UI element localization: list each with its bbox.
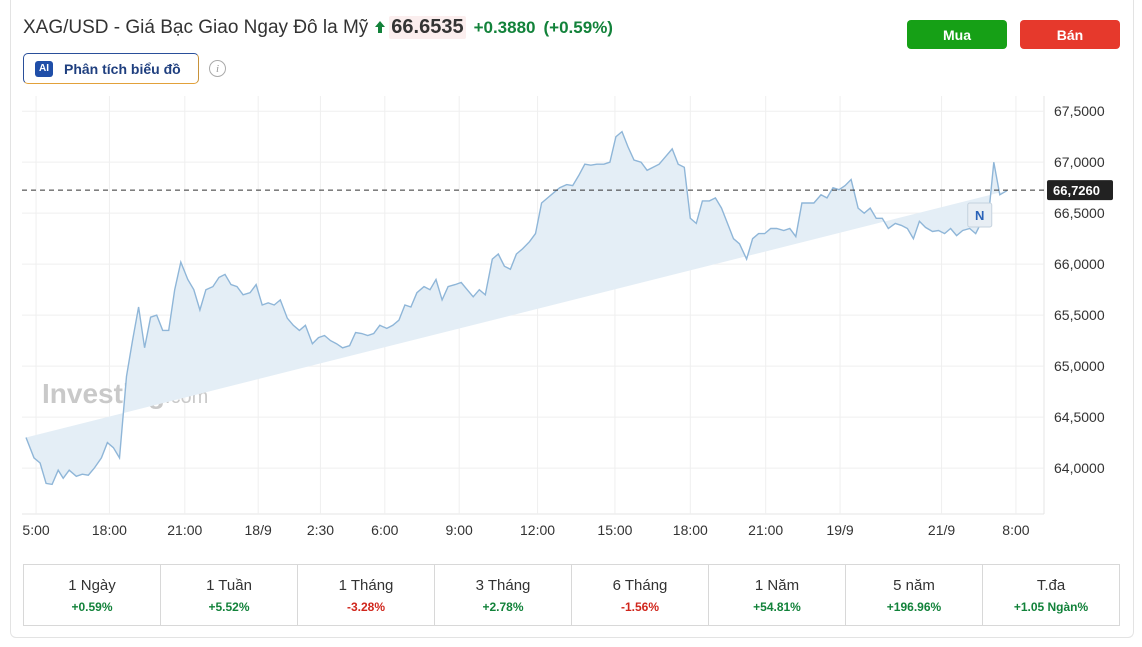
x-tick-label: 9:00 [446,522,473,538]
y-tick-label: 67,5000 [1054,103,1105,119]
x-tick-label: 6:00 [371,522,398,538]
period-cell[interactable]: 3 Tháng +2.78% [435,565,572,625]
ai-icon: AI [35,60,53,77]
x-tick-label: 21:00 [167,522,202,538]
period-change: -1.56% [620,599,660,614]
info-icon[interactable]: i [209,60,226,77]
x-tick-label: 19/9 [826,522,853,538]
buy-button[interactable]: Mua [907,20,1007,49]
x-tick-label: 21:00 [748,522,783,538]
price-area-fill [26,131,1007,485]
x-tick-label: 18:00 [673,522,708,538]
last-price: 66.6535 [389,16,466,39]
y-tick-label: 64,5000 [1054,409,1105,425]
x-tick-label: 5:00 [22,522,49,538]
period-cell[interactable]: 1 Năm +54.81% [709,565,846,625]
y-axis-labels: 67,5000 67,0000 66,5000 66,0000 65,5000 65,00… [1054,103,1105,476]
performance-periods: 1 Ngày +0.59% 1 Tuần +5.52% 1 Tháng -3.28% 3 T… [23,564,1120,626]
x-tick-label: 18/9 [245,522,272,538]
x-tick-label: 8:00 [1002,522,1029,538]
period-cell[interactable]: 1 Ngày +0.59% [24,565,161,625]
period-cell[interactable]: T.đa +1.05 Ngàn% [983,565,1119,625]
news-marker[interactable]: N [967,202,993,228]
x-tick-label: 2:30 [307,522,334,538]
y-tick-label: 65,5000 [1054,307,1105,323]
period-label: T.đa [1036,576,1066,594]
period-label: 1 Ngày [68,576,116,594]
period-change: +1.05 Ngàn% [1013,599,1089,614]
period-label: 6 Tháng [612,576,668,594]
period-label: 1 Tuần [206,576,252,594]
price-change: +0.3880 [473,18,536,37]
period-change: +0.59% [71,599,113,614]
y-tick-label: 67,0000 [1054,154,1105,170]
quote-header: XAG/USD - Giá Bạc Giao Ngay Đô la Mỹ 66.… [23,16,613,39]
ai-chart-analysis-label: Phân tích biểu đồ [64,60,181,77]
current-price-tag: 66,7260 [1047,180,1113,201]
price-chart[interactable]: Investing.com 67,500067,000066,500066,00… [0,96,1142,556]
period-label: 3 Tháng [475,576,531,594]
instrument-title: XAG/USD - Giá Bạc Giao Ngay Đô la Mỹ [23,17,369,38]
ai-chart-analysis-button[interactable]: AI Phân tích biểu đồ [23,53,199,84]
current-price-tag-text: 66,7260 [1053,183,1100,198]
period-label: 1 Năm [754,576,800,594]
period-change: +2.78% [482,599,524,614]
x-tick-label: 12:00 [520,522,555,538]
x-axis-labels: 5:00 18:00 21:00 18/9 2:30 6:00 9:00 12:00 15:00… [22,522,1029,538]
period-change: +196.96% [886,599,942,614]
y-tick-label: 66,5000 [1054,205,1105,221]
up-arrow-icon [375,21,386,33]
y-tick-label: 65,0000 [1054,358,1105,374]
period-change: +5.52% [208,599,250,614]
period-change: -3.28% [346,599,386,614]
x-tick-label: 18:00 [92,522,127,538]
period-cell[interactable]: 1 Tuần +5.52% [161,565,298,625]
period-label: 1 Tháng [338,576,394,594]
period-cell[interactable]: 5 năm +196.96% [846,565,983,625]
price-change-percent: (+0.59%) [543,18,613,37]
period-change: +54.81% [753,599,801,614]
news-marker-label: N [975,208,984,223]
x-tick-label: 15:00 [597,522,632,538]
y-tick-label: 64,0000 [1054,460,1105,476]
period-cell[interactable]: 6 Tháng -1.56% [572,565,709,625]
x-tick-label: 21/9 [928,522,955,538]
y-tick-label: 66,0000 [1054,256,1105,272]
period-cell[interactable]: 1 Tháng -3.28% [298,565,435,625]
sell-button[interactable]: Bán [1020,20,1120,49]
period-label: 5 năm [893,576,935,594]
